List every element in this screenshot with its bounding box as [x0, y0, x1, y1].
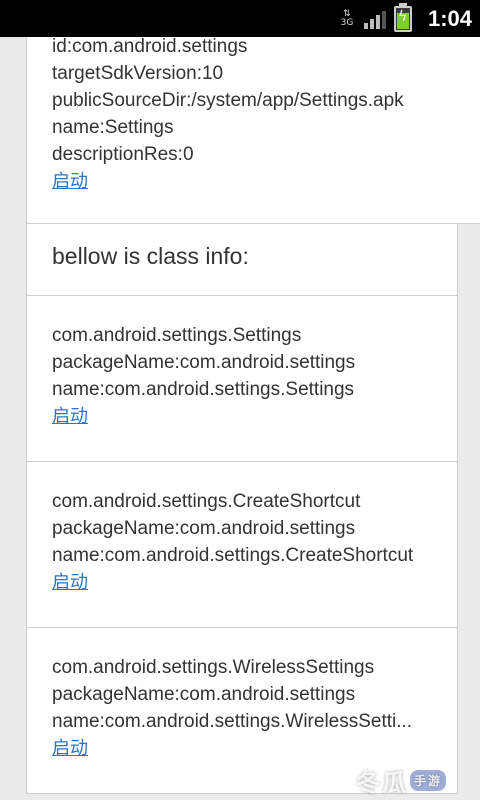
launch-class-link[interactable]: 启动	[52, 736, 88, 762]
name-line: name:com.android.settings.CreateShortcut	[52, 545, 414, 566]
class-name-line: com.android.settings.WirelessSettings	[52, 657, 375, 678]
description-res-line: descriptionRes:0	[52, 144, 194, 165]
network-type-icon: ⇅ 3G	[340, 8, 354, 28]
battery-icon: ϟ	[393, 2, 412, 32]
public-source-dir-line: publicSourceDir:/system/app/Settings.apk	[52, 90, 404, 111]
package-name-line: packageName:com.android.settings	[52, 684, 356, 705]
class-name-line: com.android.settings.CreateShortcut	[52, 491, 361, 512]
launch-class-link[interactable]: 启动	[52, 570, 88, 596]
target-sdk-line: targetSdkVersion:10	[52, 63, 224, 84]
app-id-line: id:com.android.settings	[52, 36, 248, 57]
status-bar: ⇅ 3G ϟ 1:04	[0, 0, 480, 37]
watermark-badge: 手游	[410, 769, 447, 791]
clock: 1:04	[427, 5, 472, 31]
name-line: name:com.android.settings.WirelessSetti.…	[52, 711, 413, 732]
launch-class-link[interactable]: 启动	[52, 404, 88, 430]
class-card-create-shortcut: com.android.settings.CreateShortcut pack…	[26, 462, 458, 628]
status-icons: ⇅ 3G ϟ 1:04	[338, 0, 472, 37]
network-type-label: 3G	[340, 17, 354, 28]
launch-app-link[interactable]: 启动	[52, 169, 88, 195]
class-card-settings: com.android.settings.Settings packageNam…	[26, 296, 458, 462]
package-name-line: packageName:com.android.settings	[52, 518, 356, 539]
class-info-header: bellow is class info:	[26, 224, 458, 296]
app-name-line: name:Settings	[52, 117, 174, 138]
watermark-main-text: 冬瓜	[356, 768, 408, 797]
watermark-logo: 冬瓜 手游	[356, 762, 476, 798]
class-name-line: com.android.settings.Settings	[52, 325, 302, 346]
app-info-card: id:com.android.settings targetSdkVersion…	[26, 36, 480, 224]
name-line: name:com.android.settings.Settings	[52, 379, 355, 400]
signal-icon	[363, 9, 386, 29]
package-name-line: packageName:com.android.settings	[52, 352, 356, 373]
class-info-title: bellow is class info:	[52, 243, 249, 269]
